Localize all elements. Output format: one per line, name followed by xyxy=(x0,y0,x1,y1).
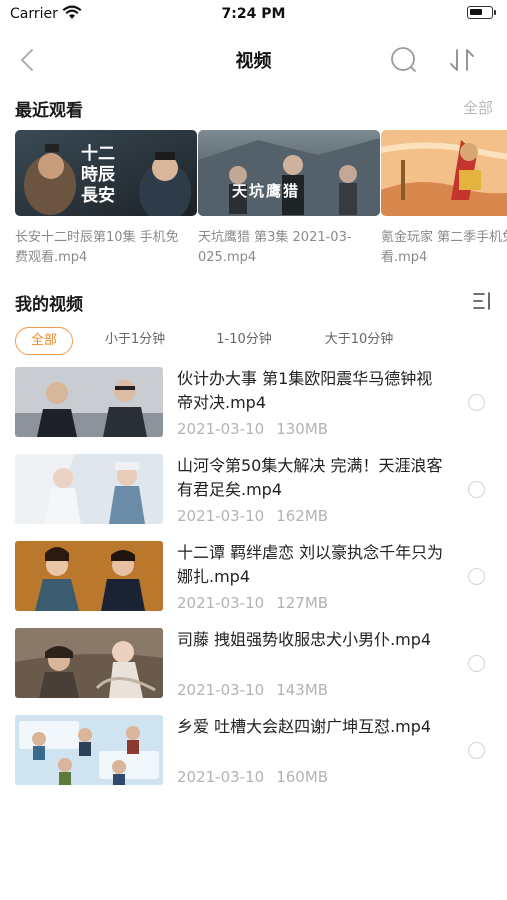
video-meta: 2021-03-10 162MB xyxy=(177,507,340,525)
recent-thumbnail: 十二時辰長安 xyxy=(15,130,197,216)
filter-chip-all[interactable]: 全部 xyxy=(15,327,73,355)
nav-bar: 视频 xyxy=(0,38,507,82)
recent-item[interactable]: 氪金玩家 第二季手机免费观看.mp4 xyxy=(381,130,507,268)
video-list-item[interactable]: 司藤 拽姐强势收服忠犬小男仆.mp4 2021-03-10 143MB xyxy=(0,628,507,708)
video-title: 十二谭 羁绊虐恋 刘以豪执念千年只为娜扎.mp4 xyxy=(177,543,444,586)
recent-thumbnail: 天坑鹰猎 xyxy=(198,130,380,216)
select-radio[interactable] xyxy=(468,481,485,498)
back-chevron-icon[interactable] xyxy=(14,46,42,74)
status-time: 7:24 PM xyxy=(221,6,286,22)
video-list-item[interactable]: 乡爱 吐槽大会赵四谢广坤互怼.mp4 2021-03-10 160MB xyxy=(0,715,507,795)
recent-carousel[interactable]: 十二時辰長安 长安十二时辰第10集 手机免费观看.mp4 天坑鹰猎 天坑鹰猎 第… xyxy=(15,130,507,270)
video-size: 162MB xyxy=(276,507,329,525)
status-bar: Carrier 7:24 PM xyxy=(0,0,507,28)
recent-section-title: 最近观看 xyxy=(15,101,83,121)
list-sort-icon[interactable] xyxy=(472,290,494,312)
recent-item[interactable]: 十二時辰長安 长安十二时辰第10集 手机免费观看.mp4 xyxy=(15,130,197,268)
search-icon[interactable] xyxy=(388,45,420,75)
video-meta: 2021-03-10 160MB xyxy=(177,768,340,786)
recent-see-all-link[interactable]: 全部 xyxy=(463,97,493,118)
video-date: 2021-03-10 xyxy=(177,594,265,612)
video-list-item[interactable]: 十二谭 羁绊虐恋 刘以豪执念千年只为娜扎.mp4 2021-03-10 127MB xyxy=(0,541,507,621)
recent-thumb-caption: 天坑鹰猎 xyxy=(232,182,301,200)
video-list-item[interactable]: 山河令第50集大解决 完满！天涯浪客有君足矣.mp4 2021-03-10 162… xyxy=(0,454,507,534)
video-size: 130MB xyxy=(276,420,329,438)
recent-thumb-caption: 十二時辰長安 xyxy=(81,144,115,206)
select-radio[interactable] xyxy=(468,655,485,672)
video-list-item[interactable]: 伙计办大事 第1集欧阳震华马德钟视帝对决.mp4 2021-03-10 130MB xyxy=(0,367,507,447)
video-date: 2021-03-10 xyxy=(177,420,265,438)
select-radio[interactable] xyxy=(468,394,485,411)
video-date: 2021-03-10 xyxy=(177,681,265,699)
video-title: 乡爱 吐槽大会赵四谢广坤互怼.mp4 xyxy=(177,717,432,736)
video-title: 伙计办大事 第1集欧阳震华马德钟视帝对决.mp4 xyxy=(177,369,433,412)
filter-chip-1-10-min[interactable]: 1-10分钟 xyxy=(211,327,277,355)
video-thumbnail xyxy=(15,628,163,698)
video-meta: 2021-03-10 130MB xyxy=(177,420,340,438)
video-size: 160MB xyxy=(276,768,329,786)
video-title: 司藤 拽姐强势收服忠犬小男仆.mp4 xyxy=(177,630,432,649)
video-thumbnail xyxy=(15,454,163,524)
video-meta: 2021-03-10 143MB xyxy=(177,681,340,699)
recent-item-name: 长安十二时辰第10集 手机免费观看.mp4 xyxy=(15,230,179,265)
duration-filter: 全部 小于1分钟 1-10分钟 大于10分钟 xyxy=(15,327,495,357)
battery-icon xyxy=(467,6,496,19)
page-title: 视频 xyxy=(235,51,272,72)
recent-thumbnail xyxy=(381,130,507,216)
select-radio[interactable] xyxy=(468,568,485,585)
filter-chip-under-1-min[interactable]: 小于1分钟 xyxy=(99,327,171,355)
video-size: 143MB xyxy=(276,681,329,699)
sort-icon[interactable] xyxy=(446,45,478,75)
select-radio[interactable] xyxy=(468,742,485,759)
recent-item[interactable]: 天坑鹰猎 天坑鹰猎 第3集 2021-03-025.mp4 xyxy=(198,130,380,268)
video-date: 2021-03-10 xyxy=(177,768,265,786)
my-videos-section-title: 我的视频 xyxy=(15,295,83,315)
video-thumbnail xyxy=(15,715,163,785)
filter-chip-over-10-min[interactable]: 大于10分钟 xyxy=(317,327,401,355)
video-thumbnail xyxy=(15,367,163,437)
video-date: 2021-03-10 xyxy=(177,507,265,525)
recent-item-name: 氪金玩家 第二季手机免费观看.mp4 xyxy=(381,230,507,265)
video-thumbnail xyxy=(15,541,163,611)
recent-item-name: 天坑鹰猎 第3集 2021-03-025.mp4 xyxy=(198,230,352,265)
video-meta: 2021-03-10 127MB xyxy=(177,594,340,612)
video-size: 127MB xyxy=(276,594,329,612)
video-title: 山河令第50集大解决 完满！天涯浪客有君足矣.mp4 xyxy=(177,456,443,499)
